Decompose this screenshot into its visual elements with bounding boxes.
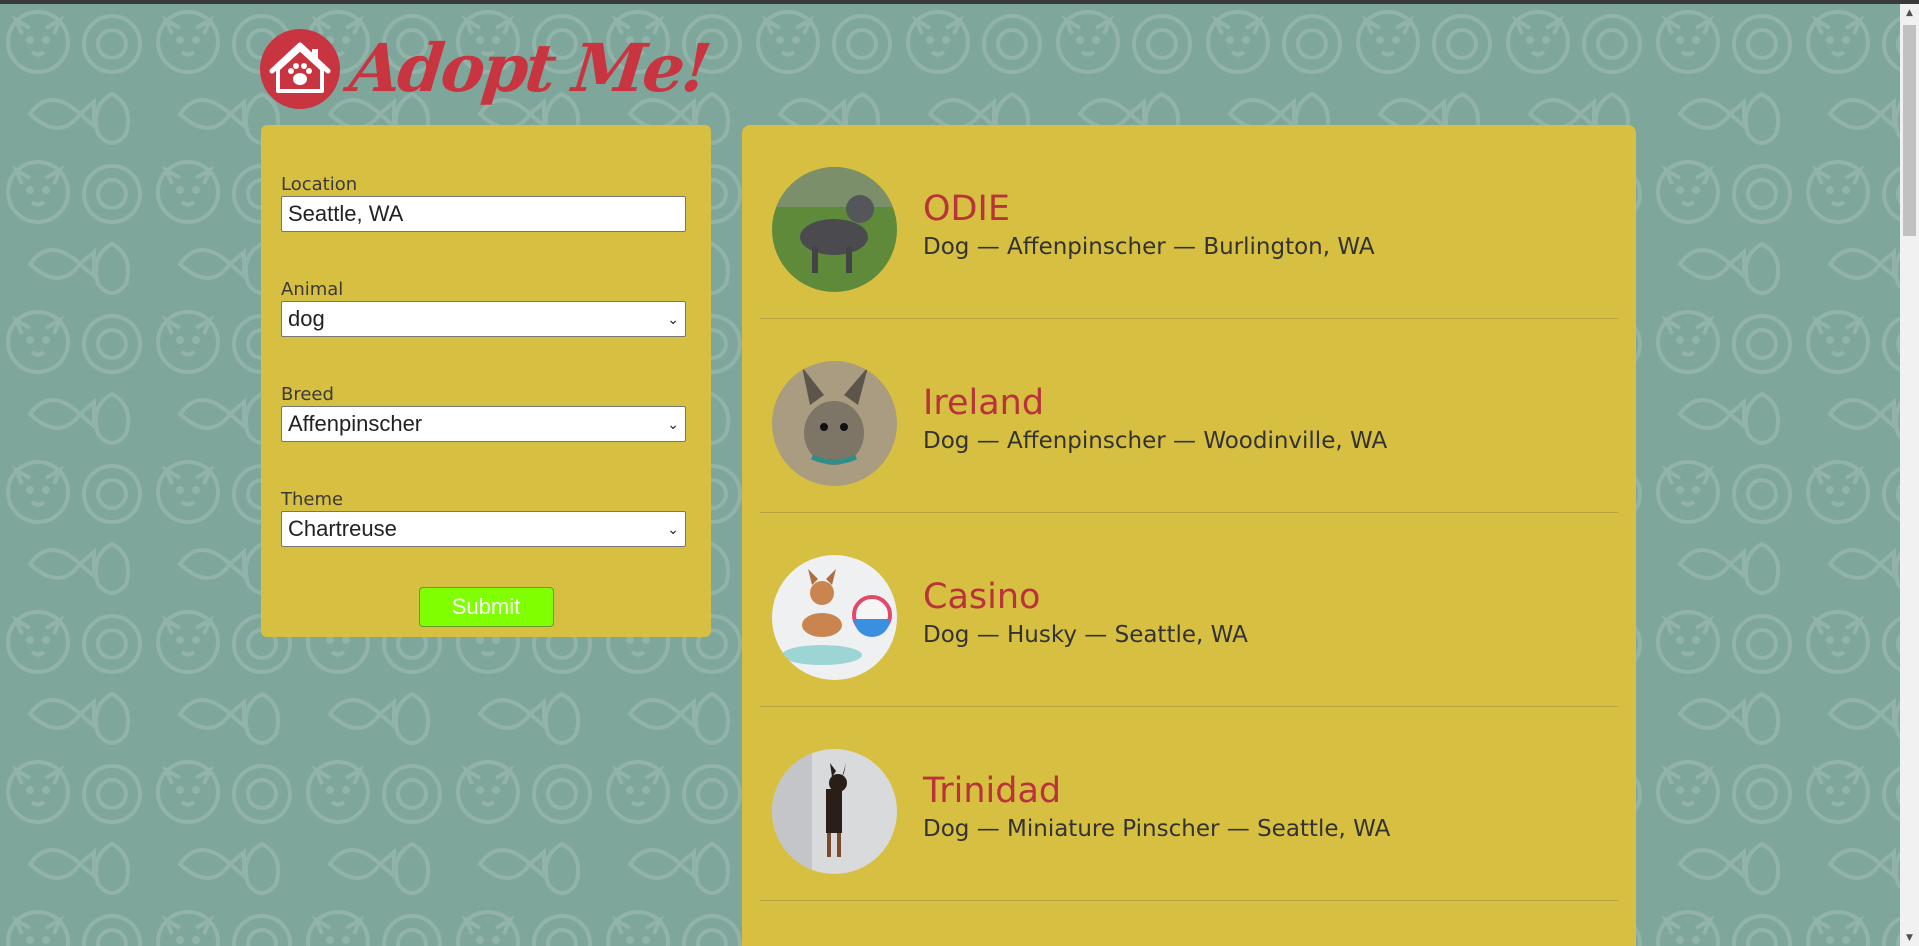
location-label: Location: [281, 174, 358, 195]
theme-field: Theme Chartreuse ⌄: [281, 488, 686, 547]
search-form: Location Seattle, WA Animal dog ⌄ Breed …: [261, 125, 711, 637]
pet-card[interactable]: Casino Dog — Husky — Seattle, WA: [760, 513, 1618, 707]
animal-label: Animal: [281, 279, 344, 300]
theme-label: Theme: [281, 489, 344, 510]
pet-photo: [772, 166, 897, 292]
pet-photo: [772, 360, 897, 486]
animal-selected-value: dog: [288, 306, 325, 331]
breed-label: Breed: [281, 384, 334, 405]
pet-info: Casino Dog — Husky — Seattle, WA: [923, 576, 1248, 652]
pet-info: ODIE Dog — Affenpinscher — Burlington, W…: [923, 188, 1375, 264]
location-field: Location Seattle, WA: [281, 173, 686, 232]
pet-name: Casino: [923, 577, 1041, 617]
pet-info: Trinidad Dog — Miniature Pinscher — Seat…: [923, 770, 1390, 846]
pet-description: Dog — Miniature Pinscher — Seattle, WA: [923, 816, 1391, 842]
chevron-down-icon: ⌄: [667, 521, 679, 537]
scroll-up-arrow-icon[interactable]: ▲: [1900, 4, 1919, 21]
pet-name: Ireland: [923, 383, 1045, 423]
pet-name: ODIE: [923, 189, 1010, 229]
breed-field: Breed Affenpinscher ⌄: [281, 383, 686, 442]
scrollbar-thumb[interactable]: [1903, 25, 1916, 236]
page-scrollbar[interactable]: ▲ ▼: [1900, 4, 1919, 946]
pet-photo: [772, 748, 897, 874]
pet-description: Dog — Affenpinscher — Burlington, WA: [923, 234, 1375, 260]
breed-selected-value: Affenpinscher: [288, 411, 423, 436]
pet-info: Ireland Dog — Affenpinscher — Woodinvill…: [923, 382, 1387, 458]
animal-field: Animal dog ⌄: [281, 278, 686, 337]
pet-card[interactable]: ODIE Dog — Affenpinscher — Burlington, W…: [760, 125, 1618, 319]
app-logo[interactable]: Adopt Me!: [260, 29, 712, 125]
breed-select[interactable]: Affenpinscher ⌄: [281, 406, 686, 442]
logo-wordmark: Adopt Me!: [345, 29, 713, 107]
chevron-down-icon: ⌄: [667, 311, 679, 327]
pet-photo: [772, 554, 897, 680]
pet-card[interactable]: Ireland Dog — Affenpinscher — Woodinvill…: [760, 319, 1618, 513]
submit-button[interactable]: Submit: [418, 587, 554, 627]
chevron-down-icon: ⌄: [667, 416, 679, 432]
animal-select[interactable]: dog ⌄: [281, 301, 686, 337]
scroll-down-arrow-icon[interactable]: ▼: [1900, 929, 1919, 946]
pet-card[interactable]: Trinidad Dog — Miniature Pinscher — Seat…: [760, 707, 1618, 901]
theme-selected-value: Chartreuse: [288, 516, 397, 541]
pet-description: Dog — Affenpinscher — Woodinville, WA: [923, 428, 1388, 454]
house-paw-icon: [260, 29, 340, 109]
location-input[interactable]: Seattle, WA: [281, 196, 686, 232]
pet-description: Dog — Husky — Seattle, WA: [923, 622, 1248, 648]
pet-name: Trinidad: [923, 771, 1062, 811]
results-list: ODIE Dog — Affenpinscher — Burlington, W…: [742, 125, 1636, 946]
theme-select[interactable]: Chartreuse ⌄: [281, 511, 686, 547]
